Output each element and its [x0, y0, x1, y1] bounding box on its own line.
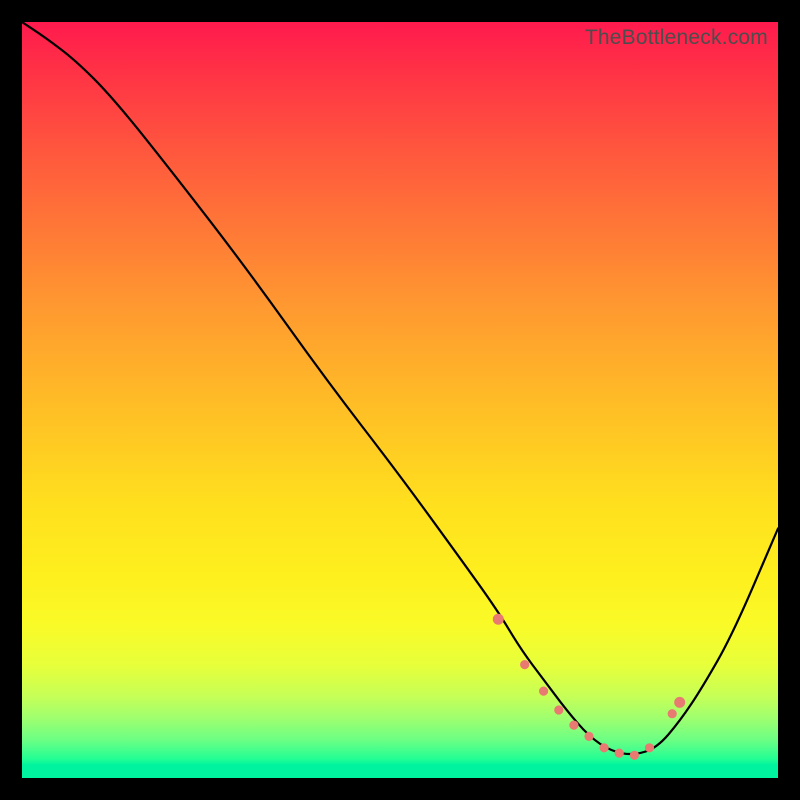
curve-marker	[584, 732, 593, 741]
watermark-text: TheBottleneck.com	[585, 26, 768, 50]
curve-marker	[539, 687, 548, 696]
curve-marker	[600, 743, 609, 752]
curve-marker	[630, 751, 639, 760]
curve-marker	[615, 749, 624, 758]
curve-marker	[554, 705, 563, 714]
curve-marker	[674, 697, 685, 708]
curve-marker	[668, 709, 677, 718]
curve-marker	[493, 614, 504, 625]
curve-marker	[645, 743, 654, 752]
curve-marker	[569, 721, 578, 730]
marker-group	[493, 614, 685, 760]
plot-area: TheBottleneck.com	[22, 22, 778, 778]
curve-line	[22, 22, 778, 754]
curve-marker	[520, 660, 529, 669]
chart-frame: TheBottleneck.com	[0, 0, 800, 800]
bottleneck-curve	[22, 22, 778, 778]
